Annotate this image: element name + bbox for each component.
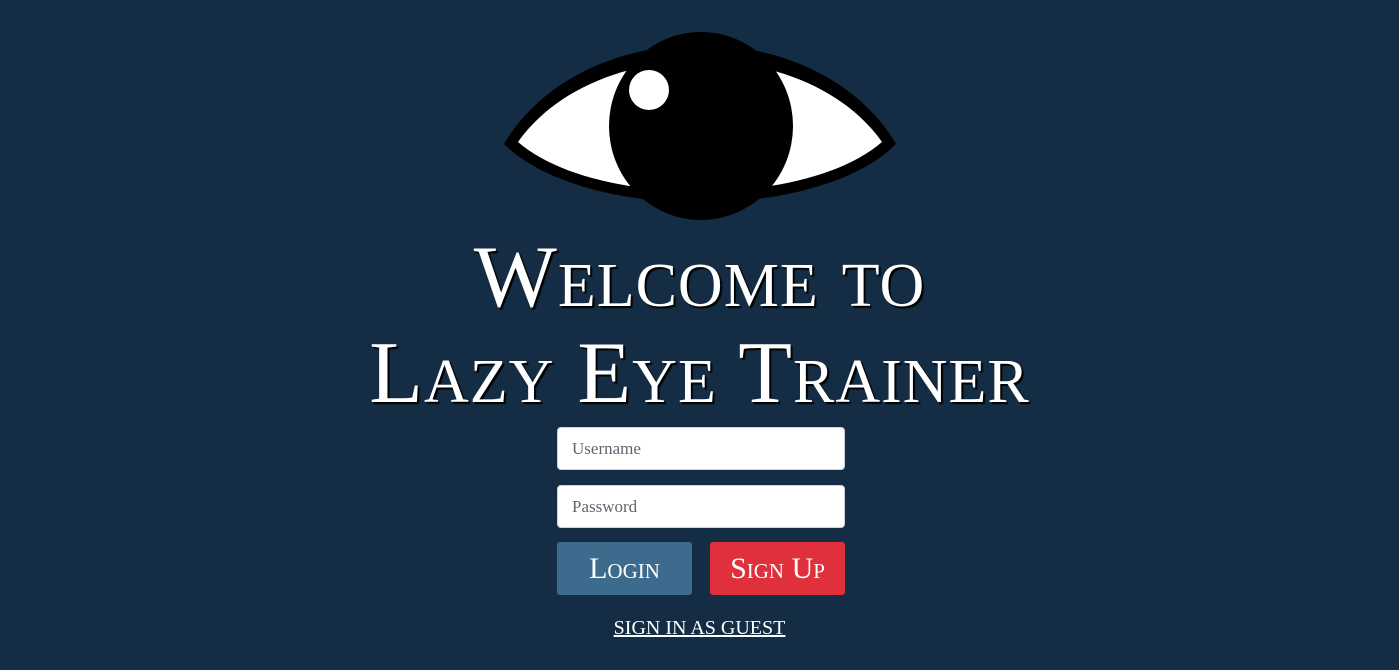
eye-highlight <box>629 70 669 110</box>
password-input[interactable] <box>557 485 845 528</box>
username-input[interactable] <box>557 427 845 470</box>
login-page: Welcome to Lazy Eye Trainer Login Sign U… <box>0 0 1399 670</box>
welcome-title-line1: Welcome to <box>473 229 926 326</box>
sign-in-as-guest-link[interactable]: SIGN IN AS GUEST <box>0 617 1399 640</box>
login-button[interactable]: Login <box>557 542 692 595</box>
eye-pupil <box>609 32 793 220</box>
welcome-title-line2: Lazy Eye Trainer <box>369 325 1030 422</box>
signup-button[interactable]: Sign Up <box>710 542 845 595</box>
eye-icon <box>504 32 896 220</box>
